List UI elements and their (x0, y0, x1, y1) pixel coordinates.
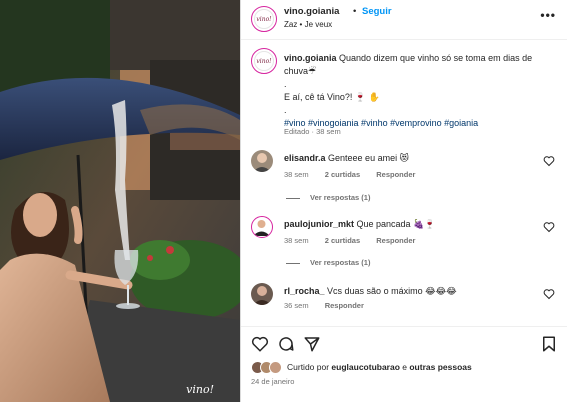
comment-likes[interactable]: 2 curtidas (325, 170, 360, 179)
comment-text: rl_rocha_ Vcs duas são o máximo 😂😂😂 (284, 286, 457, 296)
caption-dot: . (284, 79, 287, 89)
more-options-icon[interactable]: ••• (540, 8, 556, 22)
edited-timestamp: Editado · 38 sem (284, 127, 341, 136)
bookmark-icon[interactable] (540, 335, 558, 353)
comment-age: 36 sem (284, 301, 309, 310)
liked-by: Curtido por euglaucotubarao e outras pes… (287, 362, 472, 372)
post-header: vino! vino.goiania • Seguir Zaz • Je veu… (241, 0, 567, 40)
caption-avatar[interactable]: vino! (251, 48, 277, 74)
comment-username[interactable]: elisandr.a (284, 153, 326, 163)
share-icon[interactable] (303, 335, 321, 353)
post-actions: Curtido por euglaucotubarao e outras pes… (241, 326, 567, 402)
divider-line (286, 197, 300, 199)
audio-track[interactable]: Zaz • Je veux (284, 20, 332, 29)
separator-dot: • (353, 6, 357, 17)
comment-text: elisandr.a Genteee eu amei 😻 (284, 153, 409, 163)
comment-likes[interactable]: 2 curtidas (325, 236, 360, 245)
heart-icon[interactable] (251, 335, 269, 353)
post-image[interactable]: vino! (0, 0, 240, 402)
reply-button[interactable]: Responder (376, 170, 415, 179)
view-replies-button[interactable]: Ver respostas (1) (286, 258, 370, 267)
follow-button[interactable]: Seguir (362, 6, 392, 17)
comment-text: paulojunior_mkt Que pancada 🍇🍷 (284, 219, 436, 229)
post-caption: vino.goiania Quando dizem que vinho só s… (284, 52, 554, 130)
comment-meta: 36 sem Responder (284, 301, 378, 310)
comment-age: 38 sem (284, 236, 309, 245)
caption-username[interactable]: vino.goiania (284, 53, 337, 63)
username-link[interactable]: vino.goiania (284, 6, 339, 17)
comment-username[interactable]: paulojunior_mkt (284, 219, 354, 229)
caption-line2: E aí, cê tá Vino?! 🍷 ✋ (284, 92, 380, 102)
reply-button[interactable]: Responder (325, 301, 364, 310)
caption-dot: . (284, 105, 287, 115)
comment-icon[interactable] (277, 335, 295, 353)
comment-age: 38 sem (284, 170, 309, 179)
profile-avatar[interactable]: vino! (251, 6, 277, 32)
photo-illustration (0, 0, 240, 402)
heart-icon[interactable] (543, 221, 555, 233)
divider-line (286, 262, 300, 264)
view-replies-button[interactable]: Ver respostas (1) (286, 193, 370, 202)
liked-others-link[interactable]: outras pessoas (409, 362, 471, 372)
comment-meta: 38 sem 2 curtidas Responder (284, 236, 429, 245)
comment-meta: 38 sem 2 curtidas Responder (284, 170, 429, 179)
watermark-logo: vino! (186, 383, 214, 396)
comment-avatar[interactable] (251, 150, 273, 172)
reply-button[interactable]: Responder (376, 236, 415, 245)
post-panel: vino! vino.goiania • Seguir Zaz • Je veu… (240, 0, 567, 402)
liker-avatar (269, 361, 282, 374)
heart-icon[interactable] (543, 288, 555, 300)
heart-icon[interactable] (543, 155, 555, 167)
comment-avatar[interactable] (251, 283, 273, 305)
comment-avatar[interactable] (251, 216, 273, 238)
comment-username[interactable]: rl_rocha_ (284, 286, 325, 296)
liked-user-link[interactable]: euglaucotubarao (331, 362, 399, 372)
post-date: 24 de janeiro (251, 377, 295, 386)
